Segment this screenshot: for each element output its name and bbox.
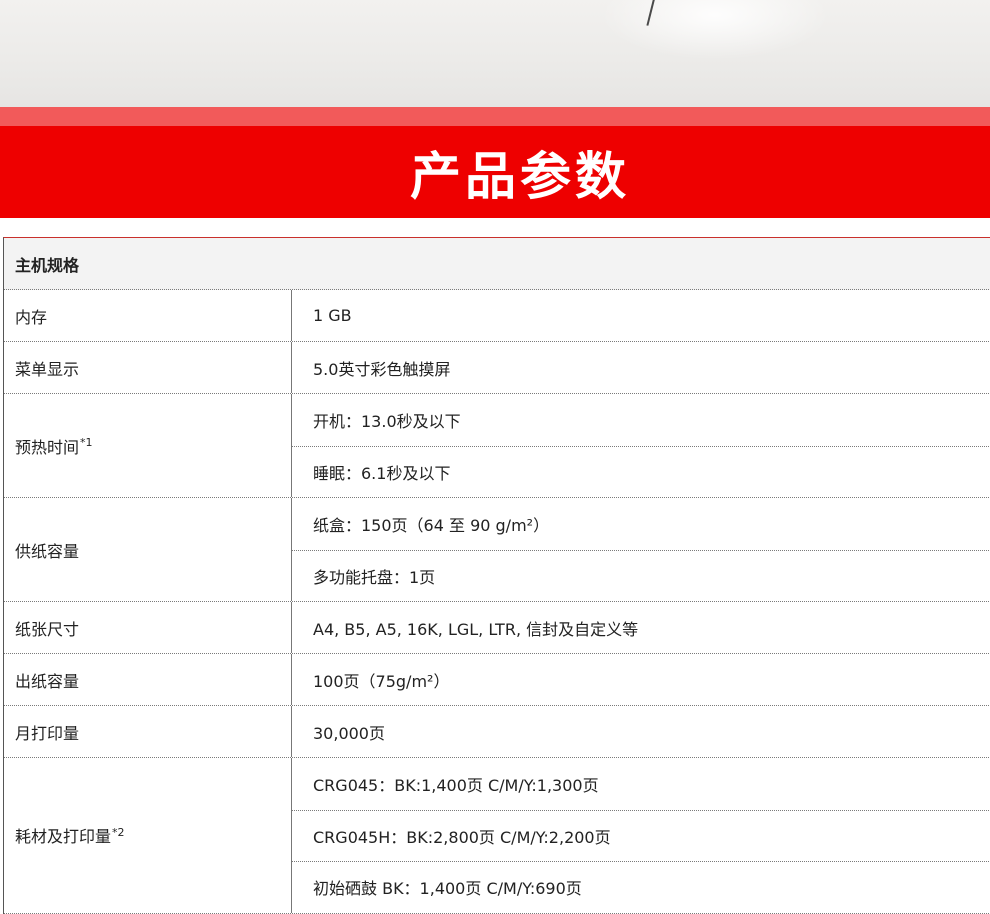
table-row: 纸张尺寸 A4, B5, A5, 16K, LGL, LTR, 信封及自定义等 bbox=[4, 602, 990, 654]
row-value: 1 GB bbox=[313, 306, 352, 325]
table-row: 月打印量 30,000页 bbox=[4, 706, 990, 758]
table-row: 预热时间 *1 开机：13.0秒及以下 睡眠：6.1秒及以下 bbox=[4, 394, 990, 498]
row-label: 预热时间 *1 bbox=[4, 394, 292, 497]
row-value: CRG045H：BK:2,800页 C/M/Y:2,200页 bbox=[292, 809, 990, 862]
row-value: 睡眠：6.1秒及以下 bbox=[292, 445, 990, 498]
row-label: 耗材及打印量 *2 bbox=[4, 758, 292, 913]
spec-section-title: 主机规格 bbox=[15, 255, 80, 275]
product-photo-strip bbox=[0, 0, 990, 107]
table-row: 供纸容量 纸盒：150页（64 至 90 g/m²） 多功能托盘：1页 bbox=[4, 498, 990, 602]
row-value: 多功能托盘：1页 bbox=[292, 549, 990, 602]
table-row: 出纸容量 100页（75g/m²） bbox=[4, 654, 990, 706]
row-label: 纸张尺寸 bbox=[4, 602, 292, 653]
row-label: 供纸容量 bbox=[4, 498, 292, 601]
row-value: CRG045：BK:1,400页 C/M/Y:1,300页 bbox=[313, 775, 599, 795]
photo-highlight bbox=[600, 0, 830, 60]
table-row: 菜单显示 5.0英寸彩色触摸屏 bbox=[4, 342, 990, 394]
row-value: 开机：13.0秒及以下 bbox=[313, 411, 461, 431]
banner-accent-stripe bbox=[0, 107, 990, 126]
spec-section-header: 主机规格 bbox=[4, 238, 990, 290]
banner-title: 产品参数 bbox=[409, 148, 630, 207]
row-label: 月打印量 bbox=[4, 706, 292, 757]
row-label: 菜单显示 bbox=[4, 342, 292, 393]
footnote-marker: *2 bbox=[112, 825, 125, 839]
row-value: 30,000页 bbox=[313, 723, 385, 743]
row-value: 5.0英寸彩色触摸屏 bbox=[313, 359, 451, 379]
spec-table: 主机规格 内存 1 GB 菜单显示 5.0英寸彩色触摸屏 预热时间 *1 开机：1… bbox=[3, 237, 990, 914]
row-value: A4, B5, A5, 16K, LGL, LTR, 信封及自定义等 bbox=[313, 619, 639, 639]
row-value: 初始硒鼓 BK：1,400页 C/M/Y:690页 bbox=[292, 861, 990, 913]
row-value: 纸盒：150页（64 至 90 g/m²） bbox=[313, 515, 550, 535]
table-row: 内存 1 GB bbox=[4, 290, 990, 342]
footnote-marker: *1 bbox=[80, 436, 93, 449]
row-value: 100页（75g/m²） bbox=[313, 671, 450, 691]
row-label: 内存 bbox=[4, 290, 292, 341]
row-label: 出纸容量 bbox=[4, 654, 292, 705]
table-row: 耗材及打印量 *2 CRG045：BK:1,400页 C/M/Y:1,300页 C… bbox=[4, 758, 990, 914]
section-banner: 产品参数 bbox=[0, 126, 990, 218]
